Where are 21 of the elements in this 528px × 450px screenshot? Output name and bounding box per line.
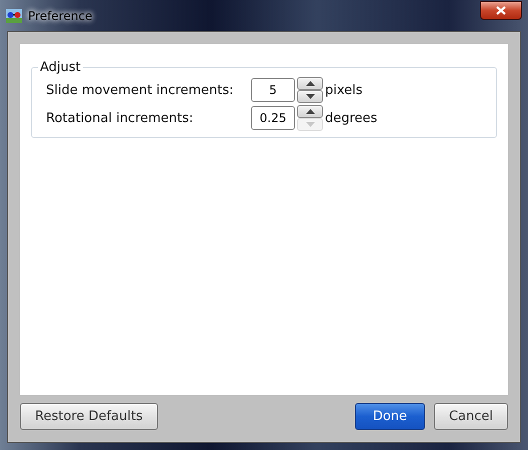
group-title: Adjust — [39, 60, 82, 75]
increment-button[interactable] — [297, 77, 323, 90]
down-arrow-icon — [306, 122, 314, 127]
glasses-icon — [6, 8, 22, 22]
done-button[interactable]: Done — [354, 403, 425, 430]
window-title: Preference — [28, 8, 92, 22]
up-arrow-icon — [306, 109, 314, 114]
increment-button[interactable] — [297, 105, 323, 118]
close-button[interactable] — [480, 1, 522, 20]
dialog-button[interactable]: Cancel — [434, 403, 508, 430]
down-arrow-icon — [306, 94, 314, 99]
dialog-button[interactable]: Restore Defaults — [20, 403, 158, 430]
close-icon — [496, 6, 506, 15]
number-field[interactable]: 5 — [251, 78, 295, 102]
up-arrow-icon — [306, 81, 314, 86]
decrement-button[interactable] — [297, 90, 323, 103]
number-field[interactable]: 0.25 — [251, 106, 295, 130]
unit-label: degrees — [325, 110, 378, 126]
field-label: Rotational increments: — [46, 110, 194, 126]
field-label: Slide movement increments: — [46, 82, 235, 98]
unit-label: pixels — [325, 82, 363, 98]
